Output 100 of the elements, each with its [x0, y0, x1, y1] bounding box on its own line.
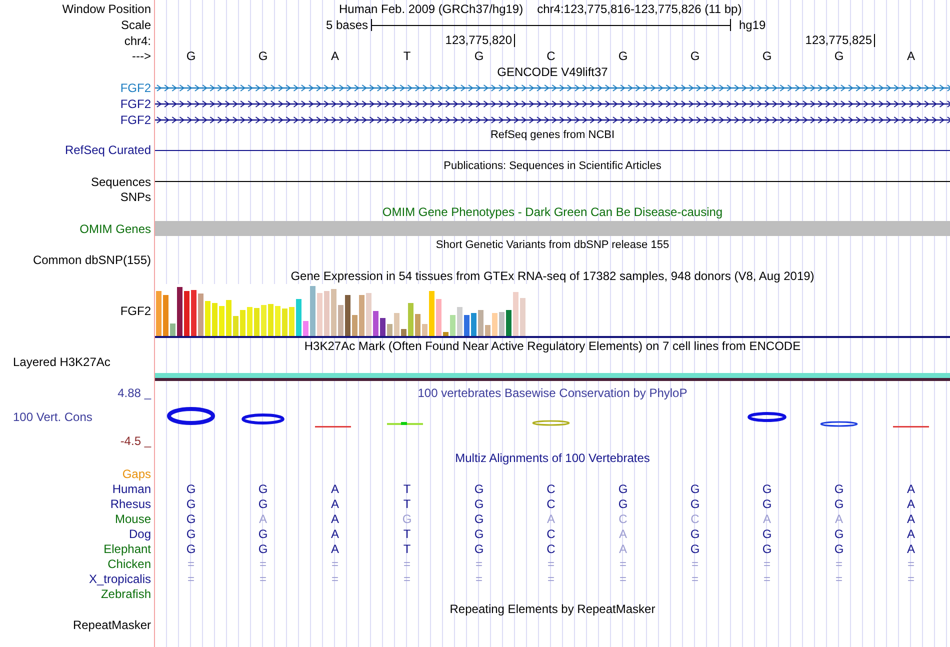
aligned-base: = [906, 556, 916, 570]
track-label[interactable]: FGF2 [120, 304, 151, 318]
base-letter: A [906, 49, 916, 63]
aligned-base: = [546, 572, 556, 586]
track-title: Gene Expression in 54 tissues from GTEx RNA-seq of 17382 samples, 948 donors (V8, Aug 2019) [290, 269, 816, 283]
aligned-base: = [330, 556, 340, 570]
aligned-base: T [402, 482, 412, 496]
track-label[interactable]: Scale [120, 18, 151, 32]
track-label[interactable]: 4.88 _ [118, 386, 151, 400]
aligned-base: T [402, 542, 412, 556]
aligned-base: G [185, 542, 197, 556]
aligned-base: A [834, 512, 844, 526]
track-label[interactable]: FGF2 [120, 97, 151, 111]
aligned-base: A [330, 496, 340, 510]
aligned-base: G [689, 482, 701, 496]
aligned-base: G [473, 496, 485, 510]
aligned-base: G [473, 542, 485, 556]
assembly-name: Human Feb. 2009 (GRCh37/hg19) [339, 2, 524, 16]
aligned-base: G [473, 526, 485, 540]
track-label[interactable]: FGF2 [120, 113, 151, 127]
species-label[interactable]: Chicken [108, 556, 151, 570]
aligned-base: C [690, 512, 700, 526]
track-label[interactable]: RefSeq Curated [64, 143, 151, 157]
aligned-base: G [689, 526, 701, 540]
track-label[interactable]: SNPs [120, 190, 151, 204]
aligned-base: G [833, 526, 845, 540]
track-label[interactable]: RepeatMasker [72, 618, 151, 632]
track-label[interactable]: 100 Vert. Cons [13, 410, 92, 424]
track-title: RefSeq genes from NCBI [489, 129, 616, 141]
aligned-base: A [330, 542, 340, 556]
base-letter: A [330, 49, 340, 63]
track-title: OMIM Gene Phenotypes - Dark Green Can Be Disease-causing [381, 205, 724, 219]
species-label[interactable]: Rhesus [110, 496, 151, 510]
aligned-base: A [906, 542, 916, 556]
aligned-base: A [906, 496, 916, 510]
aligned-base: G [473, 482, 485, 496]
aligned-base: T [402, 526, 412, 540]
aligned-base: A [618, 542, 628, 556]
species-label[interactable]: Mouse [114, 512, 151, 526]
aligned-base: = [330, 572, 340, 586]
base-letter: G [185, 49, 197, 63]
species-label[interactable]: Zebrafish [100, 586, 151, 600]
species-label[interactable]: Human [112, 482, 151, 496]
aligned-base: A [906, 512, 916, 526]
base-letter: G [473, 49, 485, 63]
aligned-base: G [833, 482, 845, 496]
aligned-base: = [546, 556, 556, 570]
position-text: chr4:123,775,816-123,775,826 (11 bp) [537, 2, 742, 16]
track-title: GENCODE V49lift37 [496, 65, 609, 79]
species-label[interactable]: Elephant [104, 542, 151, 556]
aligned-base: A [906, 526, 916, 540]
species-label[interactable]: X_tropicalis [88, 572, 151, 586]
aligned-base: = [690, 572, 700, 586]
track-label[interactable]: chr4: [124, 34, 151, 48]
aligned-base: G [257, 542, 269, 556]
aligned-base: G [473, 512, 485, 526]
aligned-base: = [402, 556, 412, 570]
aligned-base: G [833, 542, 845, 556]
track-title: Short Genetic Variants from dbSNP release 155 [434, 238, 670, 250]
species-label[interactable]: Dog [128, 526, 151, 540]
aligned-base: G [185, 496, 197, 510]
track-label[interactable]: OMIM Genes [80, 222, 151, 236]
base-letter: G [689, 49, 701, 63]
aligned-base: G [401, 512, 413, 526]
scale-text: 5 bases [324, 18, 369, 32]
track-label[interactable]: Sequences [90, 174, 151, 188]
aligned-base: A [258, 512, 268, 526]
aligned-base: G [257, 526, 269, 540]
aligned-base: = [474, 572, 484, 586]
aligned-base: G [617, 482, 629, 496]
aligned-base: = [474, 556, 484, 570]
track-label[interactable]: Window Position [62, 2, 151, 16]
aligned-base: = [618, 572, 628, 586]
aligned-base: = [186, 572, 196, 586]
aligned-base: C [546, 526, 556, 540]
track-label[interactable]: ---> [132, 49, 151, 63]
aligned-base: = [618, 556, 628, 570]
aligned-base: A [330, 526, 340, 540]
track-label[interactable]: FGF2 [120, 81, 151, 95]
aligned-base: G [761, 482, 773, 496]
base-letter: G [761, 49, 773, 63]
aligned-base: G [689, 542, 701, 556]
base-letter: G [833, 49, 845, 63]
base-letter: C [546, 49, 556, 63]
track-label[interactable]: Layered H3K27Ac [13, 355, 110, 369]
base-letter: G [617, 49, 629, 63]
aligned-base: A [618, 526, 628, 540]
aligned-base: G [185, 512, 197, 526]
track-label[interactable]: Common dbSNP(155) [32, 253, 151, 267]
aligned-base: G [689, 496, 701, 510]
aligned-base: G [257, 496, 269, 510]
aligned-base: C [546, 482, 556, 496]
aligned-base: G [185, 482, 197, 496]
aligned-base: G [617, 496, 629, 510]
aligned-base: = [258, 572, 268, 586]
aligned-base: G [761, 526, 773, 540]
aligned-base: = [258, 556, 268, 570]
aligned-base: G [761, 542, 773, 556]
database-label: hg19 [738, 18, 767, 32]
track-label[interactable]: -4.5 _ [120, 434, 151, 448]
